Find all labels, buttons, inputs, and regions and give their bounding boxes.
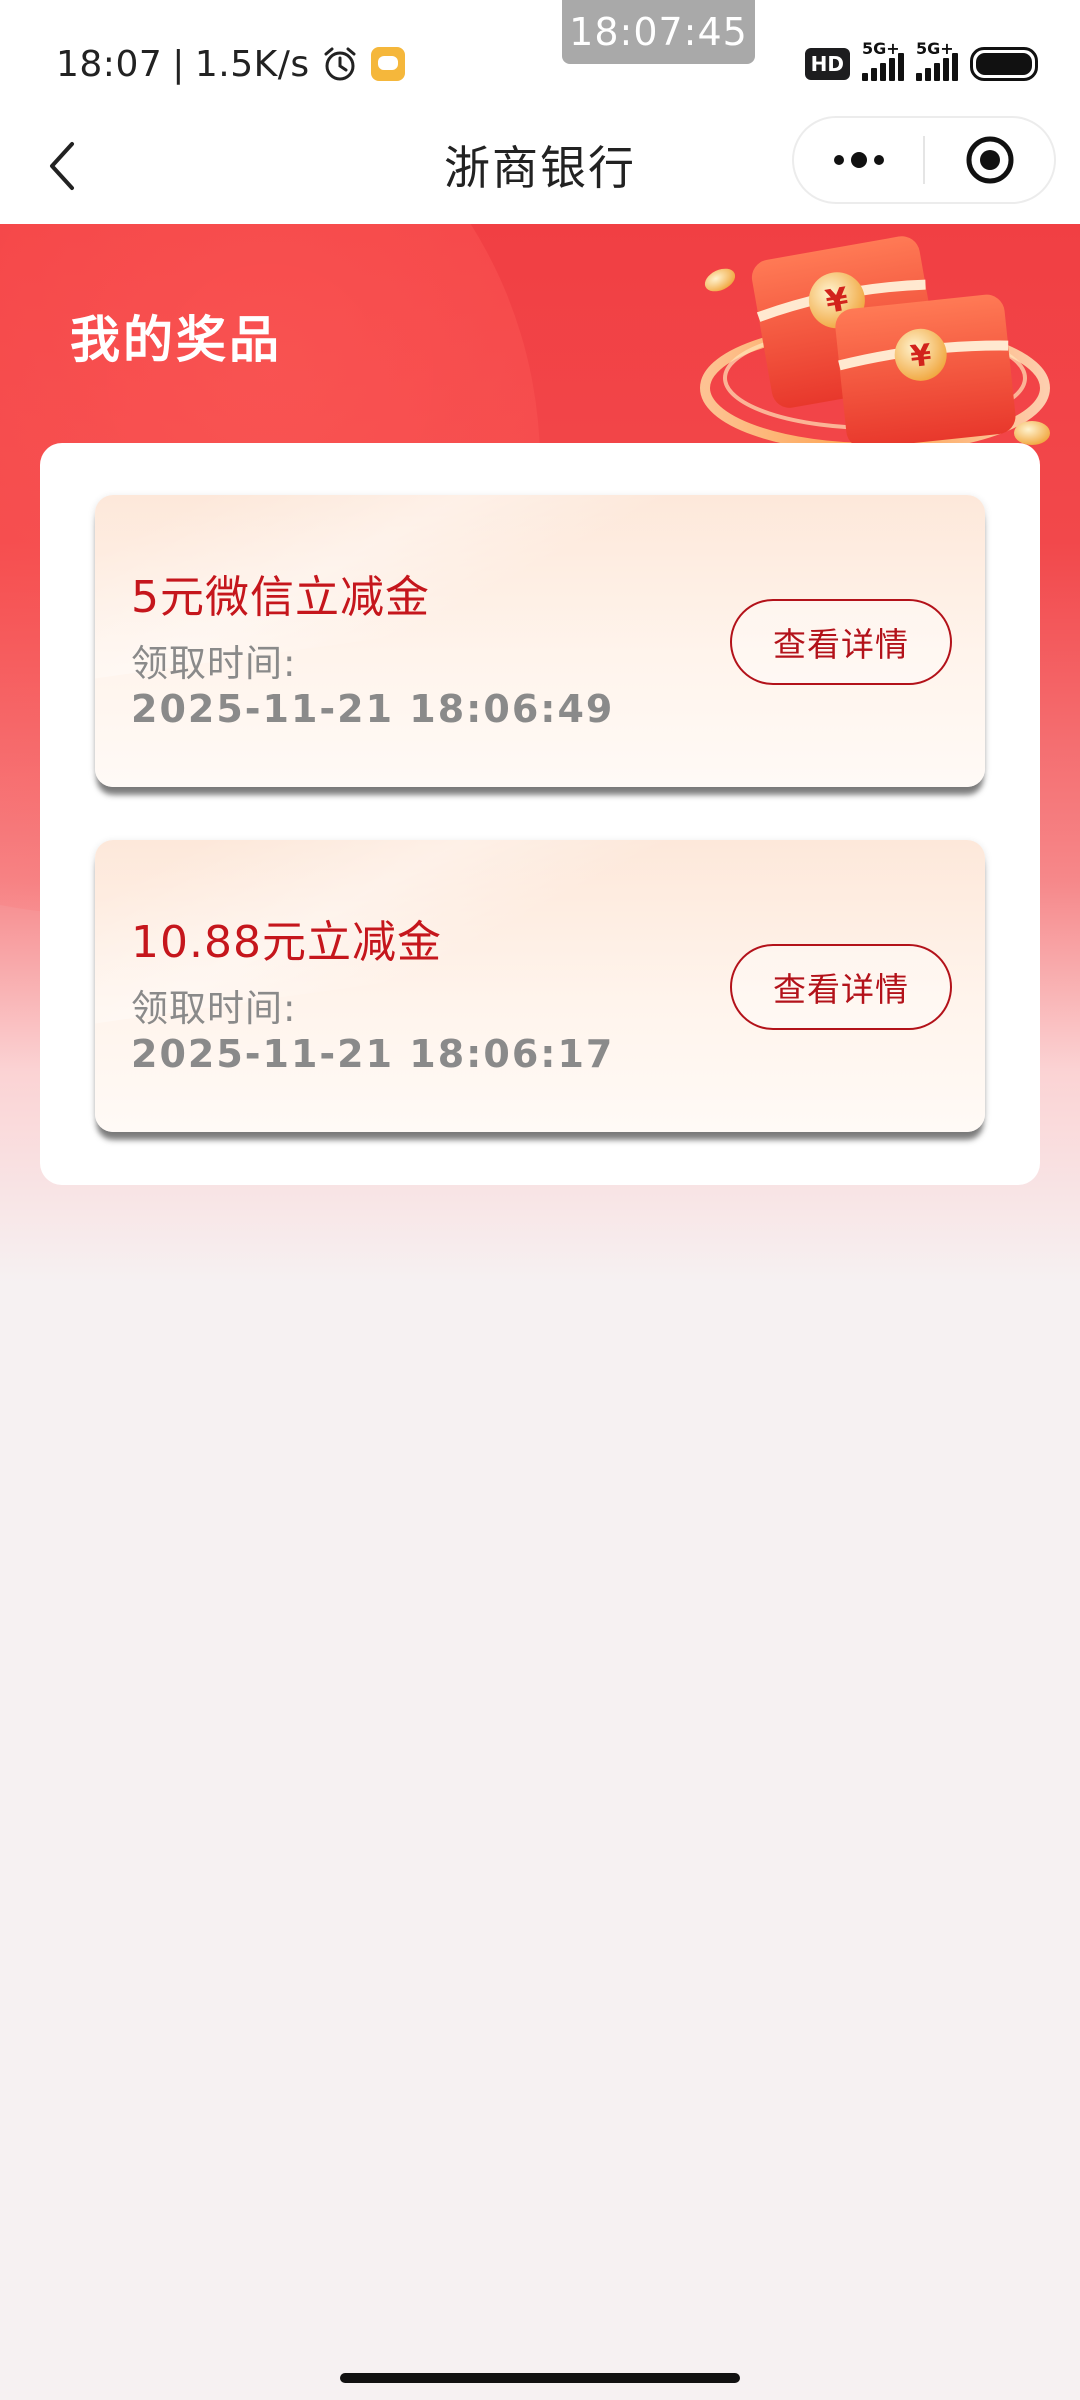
status-left: 18:07 | 1.5K/s bbox=[56, 40, 406, 88]
svg-text:¥: ¥ bbox=[909, 338, 934, 375]
home-indicator[interactable] bbox=[340, 2373, 740, 2383]
prize-name: 10.88元立减金 bbox=[131, 917, 442, 968]
prize-name: 5元微信立减金 bbox=[131, 572, 430, 623]
signal-icon: 5G+ bbox=[862, 39, 904, 81]
more-button[interactable] bbox=[794, 118, 923, 202]
prize-card: 5元微信立减金 领取时间: 2025-11-21 18:06:49 查看详情 bbox=[95, 495, 985, 787]
prize-time-value: 2025-11-21 18:06:49 bbox=[131, 687, 615, 731]
status-time: 18:07 bbox=[56, 43, 163, 85]
battery-icon bbox=[970, 47, 1038, 81]
close-button[interactable] bbox=[925, 118, 1054, 202]
view-details-button[interactable]: 查看详情 bbox=[730, 599, 952, 685]
signal-label: 5G+ bbox=[862, 39, 900, 58]
signal-label: 5G+ bbox=[916, 39, 954, 58]
network-speed: 1.5K/s bbox=[194, 43, 310, 85]
status-bar: 18:07 | 1.5K/s 18:07:45 HD 5G+ 5G+ bbox=[0, 0, 1080, 112]
message-icon bbox=[370, 46, 406, 82]
mini-program-capsule bbox=[792, 116, 1056, 204]
red-envelope-illustration: ¥ ¥ bbox=[700, 236, 1050, 453]
prize-panel: 5元微信立减金 领取时间: 2025-11-21 18:06:49 查看详情 1… bbox=[40, 443, 1040, 1185]
view-details-button[interactable]: 查看详情 bbox=[730, 944, 952, 1030]
signal-icon: 5G+ bbox=[916, 39, 958, 81]
prize-card: 10.88元立减金 领取时间: 2025-11-21 18:06:17 查看详情 bbox=[95, 840, 985, 1132]
overlay-clock: 18:07:45 bbox=[562, 0, 755, 64]
page: 18:07 | 1.5K/s 18:07:45 HD 5G+ 5G+ 浙商银行 … bbox=[0, 0, 1080, 2400]
status-right: HD 5G+ 5G+ bbox=[804, 39, 1038, 88]
hero-title: 我的奖品 bbox=[70, 311, 282, 369]
hd-icon: HD bbox=[804, 48, 850, 80]
nav-bar: 浙商银行 bbox=[0, 112, 1080, 224]
target-circle-icon bbox=[966, 136, 1013, 184]
status-separator: | bbox=[172, 43, 185, 85]
prize-time-label: 领取时间: bbox=[131, 987, 297, 1030]
alarm-icon bbox=[320, 44, 360, 84]
prize-time-label: 领取时间: bbox=[131, 642, 297, 685]
prize-time-value: 2025-11-21 18:06:17 bbox=[131, 1032, 615, 1076]
more-dots-icon bbox=[833, 152, 884, 168]
